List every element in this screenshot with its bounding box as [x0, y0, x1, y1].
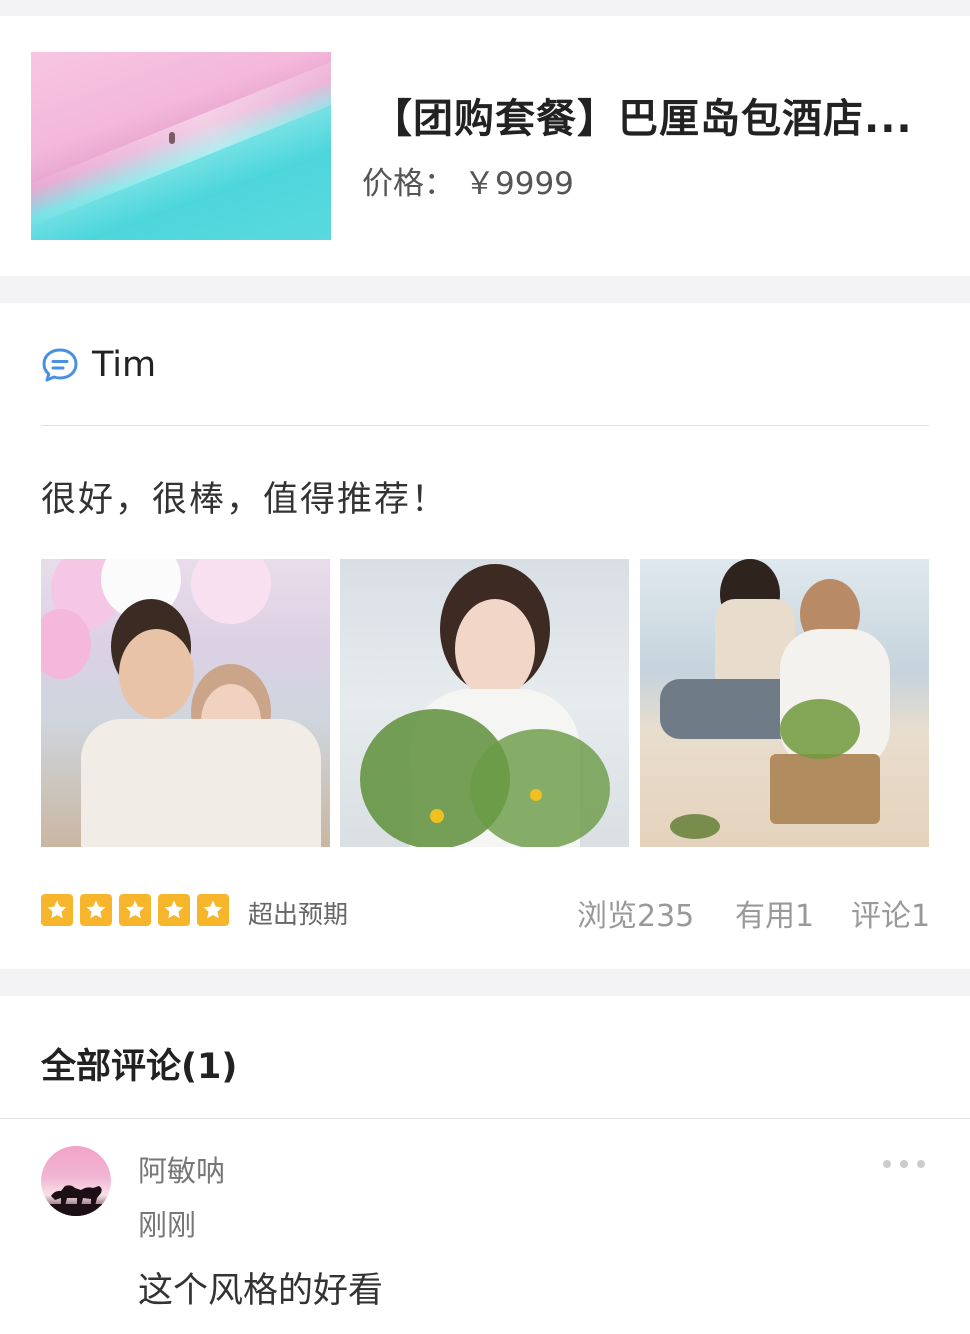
star-icon: [119, 894, 151, 926]
clothing: [81, 719, 321, 847]
product-card[interactable]: 【团购套餐】巴厘岛包酒店... 价格： ￥9999: [0, 16, 970, 276]
dot: [900, 1160, 908, 1168]
price-value: ￥9999: [464, 166, 574, 202]
star-icon: [158, 894, 190, 926]
review-photo-woman-flowers[interactable]: [340, 559, 629, 847]
comments-section: 全部评论(1) 阿敏呐 刚刚 这个风格的好看: [0, 996, 970, 1334]
woman-face: [455, 599, 535, 699]
dot: [883, 1160, 891, 1168]
man-face: [119, 629, 194, 719]
balloon: [191, 559, 271, 624]
price-label: 价格：: [362, 166, 455, 202]
chat-bubble-icon: [41, 347, 79, 383]
green-leaves: [470, 729, 610, 847]
commenter-avatar[interactable]: [41, 1146, 111, 1216]
yellow-flower: [430, 809, 444, 823]
star-icon: [197, 894, 229, 926]
dot: [917, 1160, 925, 1168]
review-photo-couple-balloons[interactable]: [41, 559, 330, 847]
flower-bouquet: [780, 699, 860, 759]
beach-person: [169, 132, 175, 144]
comment-time: 刚刚: [138, 1208, 197, 1242]
wave-foam: [31, 52, 331, 230]
review-card: Tim 很好，很棒，值得推荐！ 超出预期 浏览235 有用1 评论1: [0, 303, 970, 969]
flowers-on-sand: [670, 814, 720, 839]
divider: [0, 1118, 970, 1119]
yellow-flower: [530, 789, 542, 801]
star-icon: [80, 894, 112, 926]
wicker-seat: [770, 754, 880, 824]
comments-button[interactable]: 评论1: [851, 891, 930, 935]
product-thumbnail[interactable]: [31, 52, 331, 240]
comment-text: 这个风格的好看: [138, 1271, 384, 1311]
comments-header: 全部评论(1): [41, 1047, 238, 1087]
divider: [41, 425, 929, 426]
review-photo-couple-beach[interactable]: [640, 559, 929, 847]
review-username[interactable]: Tim: [92, 345, 156, 385]
product-title[interactable]: 【团购套餐】巴厘岛包酒店...: [372, 86, 913, 144]
rating-text: 超出预期: [248, 900, 349, 929]
star-icon: [41, 894, 73, 926]
useful-button[interactable]: 有用1: [735, 891, 814, 935]
more-options-icon[interactable]: [883, 1160, 925, 1168]
rating-stars: [41, 894, 229, 926]
review-text: 很好，很棒，值得推荐！: [41, 480, 449, 520]
views-count: 浏览235: [577, 899, 695, 934]
commenter-name[interactable]: 阿敏呐: [138, 1148, 225, 1190]
